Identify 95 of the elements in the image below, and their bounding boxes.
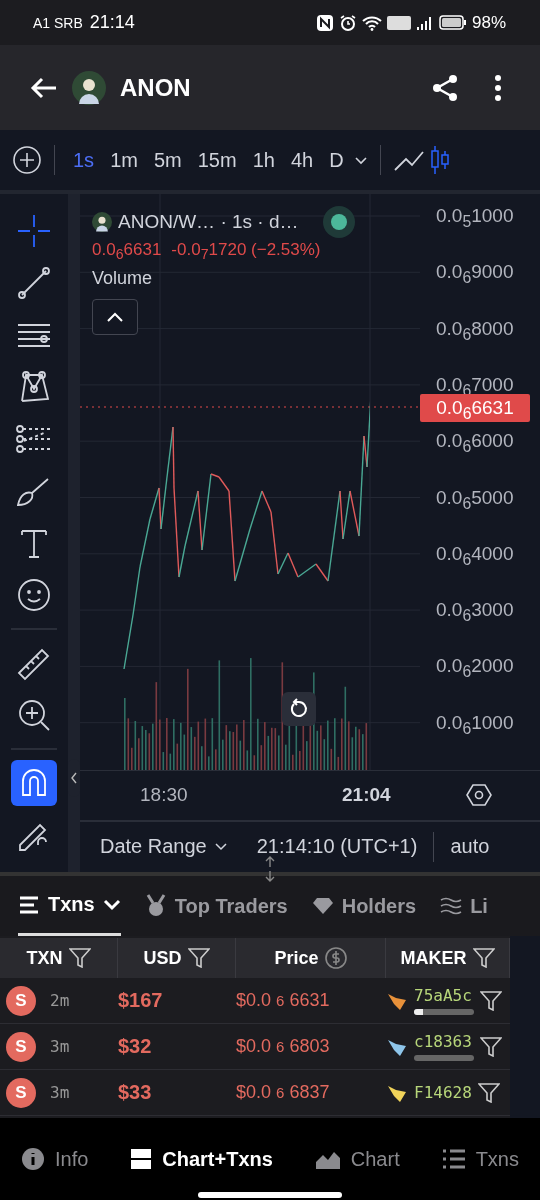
back-arrow-icon[interactable] (30, 75, 58, 100)
info-icon (20, 1147, 45, 1171)
interval-tab[interactable]: D (323, 148, 350, 172)
price-axis-label: 0.0$_{6}$8000 (436, 316, 514, 345)
price-axis-label: 0.0$_{6}$5000 (436, 485, 514, 514)
clock: 21:14 (89, 12, 135, 33)
column-header[interactable]: MAKER (386, 938, 510, 978)
nav-tab[interactable]: Chart (314, 1147, 400, 1171)
share-icon[interactable] (430, 72, 460, 103)
price-axis-label: 0.0$_{6}$6000 (436, 429, 514, 457)
list-icon (18, 895, 40, 914)
age-label: 2m (50, 991, 70, 1010)
maker-address[interactable]: c18363 (414, 1032, 474, 1051)
panel-tab[interactable]: Top Traders (144, 876, 288, 936)
waves-icon (440, 897, 463, 915)
interval-tab[interactable]: 1m (104, 148, 144, 172)
price-axis-label: 0.0$_{6}$4000 (436, 541, 514, 570)
split-view-icon (130, 1148, 153, 1170)
filter-icon[interactable] (472, 948, 495, 968)
price-axis-label: 0.0$_{6}$3000 (436, 598, 514, 626)
diamond-icon (311, 897, 334, 915)
timezone-label[interactable]: 21:14:10 (UTC+1) (256, 835, 418, 859)
collapse-button[interactable] (92, 299, 138, 336)
battery-icon (438, 15, 467, 30)
column-label: TXN (26, 947, 63, 969)
date-range-dropdown[interactable]: Date Range (100, 835, 227, 859)
list-icon (441, 1149, 466, 1169)
caret-icon (102, 898, 121, 911)
resize-handle-icon[interactable] (263, 856, 277, 882)
side-badge: S (6, 1031, 36, 1062)
nav-tab[interactable]: Txns (441, 1147, 519, 1171)
more-icon[interactable] (494, 74, 502, 101)
price-axis-label: 0.0$_{6}$2000 (436, 654, 514, 683)
filter-icon[interactable] (68, 948, 91, 968)
signal-icon (415, 14, 434, 31)
token-title: ANON (120, 73, 191, 102)
column-label: Price (274, 947, 319, 969)
dollar-icon[interactable] (324, 947, 347, 969)
filter-icon[interactable] (480, 1036, 502, 1057)
filter-icon[interactable] (480, 990, 502, 1011)
caret-icon[interactable] (353, 155, 368, 165)
volume-label: Volume (92, 268, 154, 290)
holding-bar (414, 1009, 474, 1015)
time-axis-label: 18:30 (140, 784, 188, 807)
side-badge: S (6, 985, 36, 1016)
holding-bar (414, 1055, 474, 1061)
avatar-icon (72, 70, 106, 105)
price-axis-label: 0.0$_{6}$1000 (436, 710, 514, 739)
usd-amount: $32 (118, 1035, 153, 1058)
column-header[interactable]: TXN (0, 938, 119, 978)
last-price-value: 0.0$_{6}$6631 (92, 240, 162, 263)
column-label: MAKER (400, 947, 467, 969)
magnet-icon[interactable] (11, 760, 57, 806)
caret-icon (214, 842, 227, 851)
candlestick-icon[interactable] (428, 145, 451, 175)
age-label: 3m (50, 1083, 70, 1102)
filter-icon[interactable] (187, 948, 210, 968)
panel-tab[interactable]: Holders (311, 876, 417, 936)
side-badge: S (6, 1077, 36, 1108)
usd-amount: $33 (118, 1081, 153, 1104)
interval-tab[interactable]: 15m (191, 148, 243, 172)
maker-address[interactable]: F14628 (414, 1083, 472, 1102)
medal-icon (144, 894, 167, 918)
price-axis-label: 0.0$_{6}$9000 (436, 260, 514, 289)
interval-tab[interactable]: 4h (284, 148, 320, 172)
filter-icon[interactable] (477, 1082, 500, 1103)
maker-address[interactable]: 75aA5c (414, 986, 474, 1005)
symbol-label: ANON/W… · 1s · d… (118, 211, 299, 233)
column-label: USD (143, 947, 182, 969)
usd-amount: $167 (118, 989, 164, 1012)
add-indicator-icon[interactable] (12, 145, 42, 175)
interval-tab[interactable]: 1s (67, 148, 101, 172)
settings-icon[interactable] (466, 783, 492, 808)
carrier-label: A1 SRB (33, 14, 83, 31)
nfc-icon (315, 13, 334, 32)
wifi-icon (361, 14, 382, 31)
price-change-value: -0.0$_{7}$1720 (−2.53%) (171, 240, 321, 263)
nav-tab[interactable]: Chart+Txns (130, 1147, 273, 1171)
price-axis-label: 0.0$_{5}$1000 (436, 204, 514, 232)
panel-tab[interactable]: Li (440, 876, 488, 936)
interval-tab[interactable]: 5m (147, 148, 188, 172)
column-header[interactable]: Price (236, 938, 386, 978)
age-label: 3m (50, 1037, 70, 1056)
chevron-up-icon (106, 311, 124, 324)
column-header[interactable]: USD (118, 938, 237, 978)
avatar-icon (92, 212, 112, 232)
nav-tab[interactable]: Info (20, 1147, 89, 1171)
scale-mode-button[interactable]: auto (450, 835, 490, 859)
battery-percent: 98% (471, 12, 506, 33)
reset-button[interactable] (282, 692, 316, 726)
interval-tab[interactable]: 1h (246, 148, 281, 172)
reset-icon (288, 698, 310, 720)
alarm-icon (338, 13, 357, 32)
time-axis-label: 21:04 (342, 784, 391, 807)
current-price-badge: 0.0$_{6}$6631 (420, 394, 530, 422)
